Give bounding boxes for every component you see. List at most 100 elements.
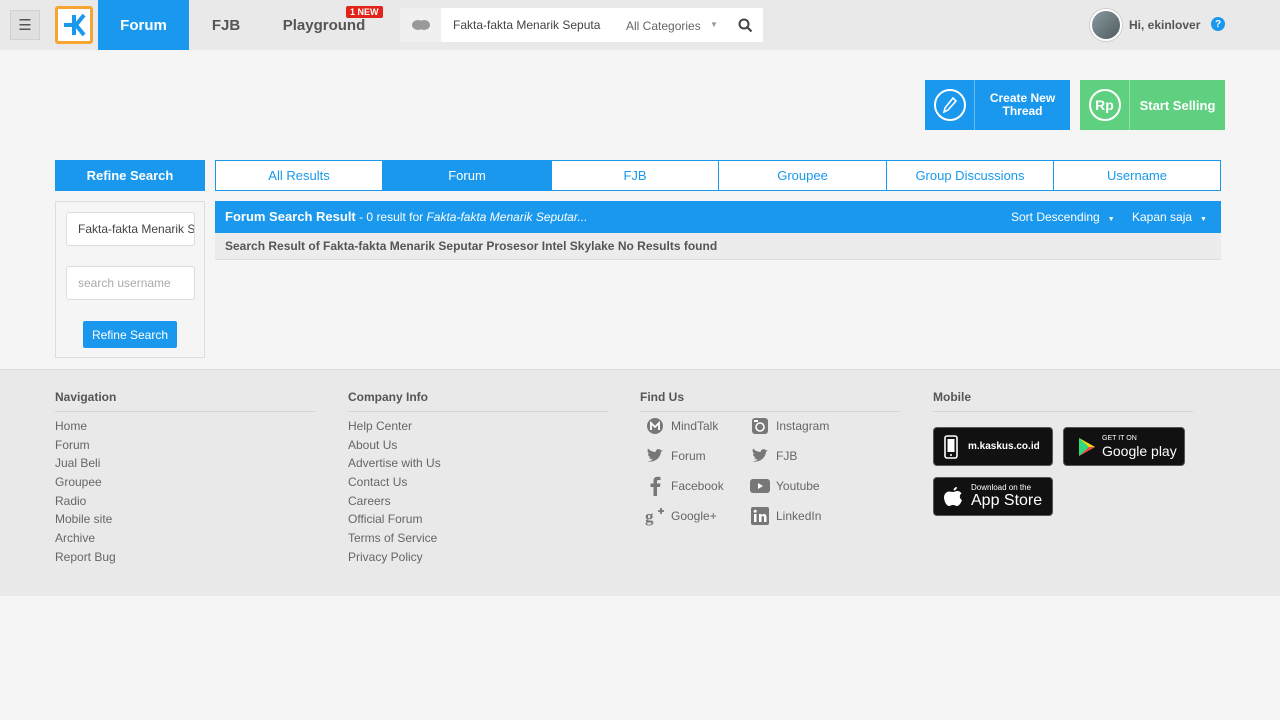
social-label: LinkedIn <box>776 509 822 523</box>
sort-dropdown[interactable]: Sort Descending ▼ <box>1011 201 1115 233</box>
footer-link-privacy[interactable]: Privacy Policy <box>348 550 423 564</box>
mobile-site-label: m.kaskus.co.id <box>968 441 1040 452</box>
start-selling-button[interactable]: Rp Start Selling <box>1080 80 1225 130</box>
linkedin-icon <box>750 506 770 526</box>
footer-link-careers[interactable]: Careers <box>348 494 391 508</box>
social-instagram[interactable]: Instagram <box>750 415 829 437</box>
twitter-icon <box>645 446 665 466</box>
footer-link-report-bug[interactable]: Report Bug <box>55 550 116 564</box>
social-label: Facebook <box>671 479 724 493</box>
result-heading: Forum Search Result - 0 result for Fakta… <box>225 201 587 233</box>
footer-link-official-forum[interactable]: Official Forum <box>348 512 422 526</box>
menu-icon[interactable]: ☰ <box>10 10 40 40</box>
social-label: MindTalk <box>671 419 719 433</box>
kaskus-logo[interactable] <box>55 6 93 44</box>
pencil-icon <box>925 80 975 130</box>
social-mindtalk[interactable]: MindTalk <box>645 415 718 437</box>
divider <box>348 411 608 412</box>
tab-group-discussions[interactable]: Group Discussions <box>886 160 1054 191</box>
avatar[interactable] <box>1090 9 1122 41</box>
tab-fjb[interactable]: FJB <box>551 160 719 191</box>
social-linkedin[interactable]: LinkedIn <box>750 505 821 527</box>
footer-link-archive[interactable]: Archive <box>55 531 95 545</box>
social-twitter-fjb[interactable]: FJB <box>750 445 797 467</box>
social-youtube[interactable]: Youtube <box>750 475 820 497</box>
footer-link-mobile-site[interactable]: Mobile site <box>55 512 112 526</box>
google-plus-icon: g <box>645 506 665 526</box>
tab-forum[interactable]: Forum <box>383 160 551 191</box>
sort-label: Sort Descending <box>1011 210 1100 224</box>
divider <box>933 411 1193 412</box>
rupiah-icon: Rp <box>1080 80 1130 130</box>
divider <box>55 411 315 412</box>
google-play-small: GET IT ON <box>1102 435 1137 442</box>
footer-mobile-title: Mobile <box>933 390 971 404</box>
youtube-icon <box>750 476 770 496</box>
footer-link-help-center[interactable]: Help Center <box>348 419 412 433</box>
footer-link-jual-beli[interactable]: Jual Beli <box>55 456 100 470</box>
footer-link-groupee[interactable]: Groupee <box>55 475 102 489</box>
google-play-badge[interactable]: GET IT ON Google play <box>1063 427 1185 466</box>
social-facebook[interactable]: Facebook <box>645 475 724 497</box>
mobile-site-badge[interactable]: m.kaskus.co.id <box>933 427 1053 466</box>
footer-company-title: Company Info <box>348 390 428 404</box>
time-label: Kapan saja <box>1132 210 1193 224</box>
social-twitter-forum[interactable]: Forum <box>645 445 706 467</box>
social-label: Forum <box>671 449 706 463</box>
footer-link-radio[interactable]: Radio <box>55 494 86 508</box>
no-results-message: Search Result of Fakta-fakta Menarik Sep… <box>215 233 1221 260</box>
result-bar: Forum Search Result - 0 result for Fakta… <box>215 201 1221 233</box>
result-query: Fakta-fakta Menarik Seputar... <box>426 210 588 224</box>
nav-fjb[interactable]: FJB <box>189 0 263 50</box>
result-summary: - 0 result for <box>355 210 427 224</box>
username-field[interactable] <box>66 266 195 300</box>
time-dropdown[interactable]: Kapan saja ▼ <box>1132 201 1207 233</box>
refine-search-button[interactable]: Refine Search <box>83 321 177 348</box>
chevron-down-icon: ▼ <box>1107 216 1115 223</box>
kaskus-k-icon <box>64 13 86 37</box>
keyword-field[interactable]: Fakta-fakta Menarik Seputar Prosesor Int… <box>66 212 195 246</box>
new-badge: 1 NEW <box>346 6 383 18</box>
google-play-text: GET IT ON Google play <box>1102 435 1177 458</box>
tab-groupee[interactable]: Groupee <box>718 160 887 191</box>
tab-all-results[interactable]: All Results <box>215 160 383 191</box>
create-thread-button[interactable]: Create New Thread <box>925 80 1070 130</box>
app-store-label: App Store <box>971 492 1043 509</box>
search-icon <box>738 18 752 32</box>
search-scope-icon[interactable] <box>400 8 441 42</box>
search-button[interactable] <box>730 8 760 42</box>
refine-search-header: Refine Search <box>55 160 205 191</box>
google-play-label: Google play <box>1102 443 1177 459</box>
user-greeting[interactable]: Hi, ekinlover <box>1129 0 1200 50</box>
social-label: Google+ <box>671 509 717 523</box>
app-store-small: Download on the <box>971 483 1032 492</box>
instagram-icon <box>750 416 770 436</box>
create-thread-label: Create New Thread <box>989 91 1056 118</box>
chevron-down-icon: ▼ <box>1200 216 1207 223</box>
play-store-icon <box>1078 437 1096 457</box>
footer-link-advertise[interactable]: Advertise with Us <box>348 456 441 470</box>
footer-link-terms[interactable]: Terms of Service <box>348 531 437 545</box>
social-googleplus[interactable]: g Google+ <box>645 505 717 527</box>
footer-link-contact-us[interactable]: Contact Us <box>348 475 407 489</box>
social-label: FJB <box>776 449 798 463</box>
facebook-icon <box>645 476 665 496</box>
nav-forum[interactable]: Forum <box>98 0 189 50</box>
tab-username[interactable]: Username <box>1053 160 1221 191</box>
app-store-badge[interactable]: Download on the App Store <box>933 477 1053 516</box>
footer-link-home[interactable]: Home <box>55 419 87 433</box>
apple-icon <box>943 485 963 509</box>
divider <box>640 411 900 412</box>
twitter-icon <box>750 446 770 466</box>
footer-link-forum[interactable]: Forum <box>55 438 90 452</box>
social-label: Youtube <box>776 479 820 493</box>
cloud-icon <box>411 20 430 30</box>
footer-navigation-title: Navigation <box>55 390 117 404</box>
phone-icon <box>944 434 958 459</box>
start-selling-label: Start Selling <box>1139 97 1216 113</box>
help-icon[interactable]: ? <box>1211 17 1225 31</box>
social-label: Instagram <box>776 419 830 433</box>
search-input[interactable]: Fakta-fakta Menarik Seputa <box>453 8 603 42</box>
footer-findus-title: Find Us <box>640 390 684 404</box>
footer-link-about-us[interactable]: About Us <box>348 438 397 452</box>
